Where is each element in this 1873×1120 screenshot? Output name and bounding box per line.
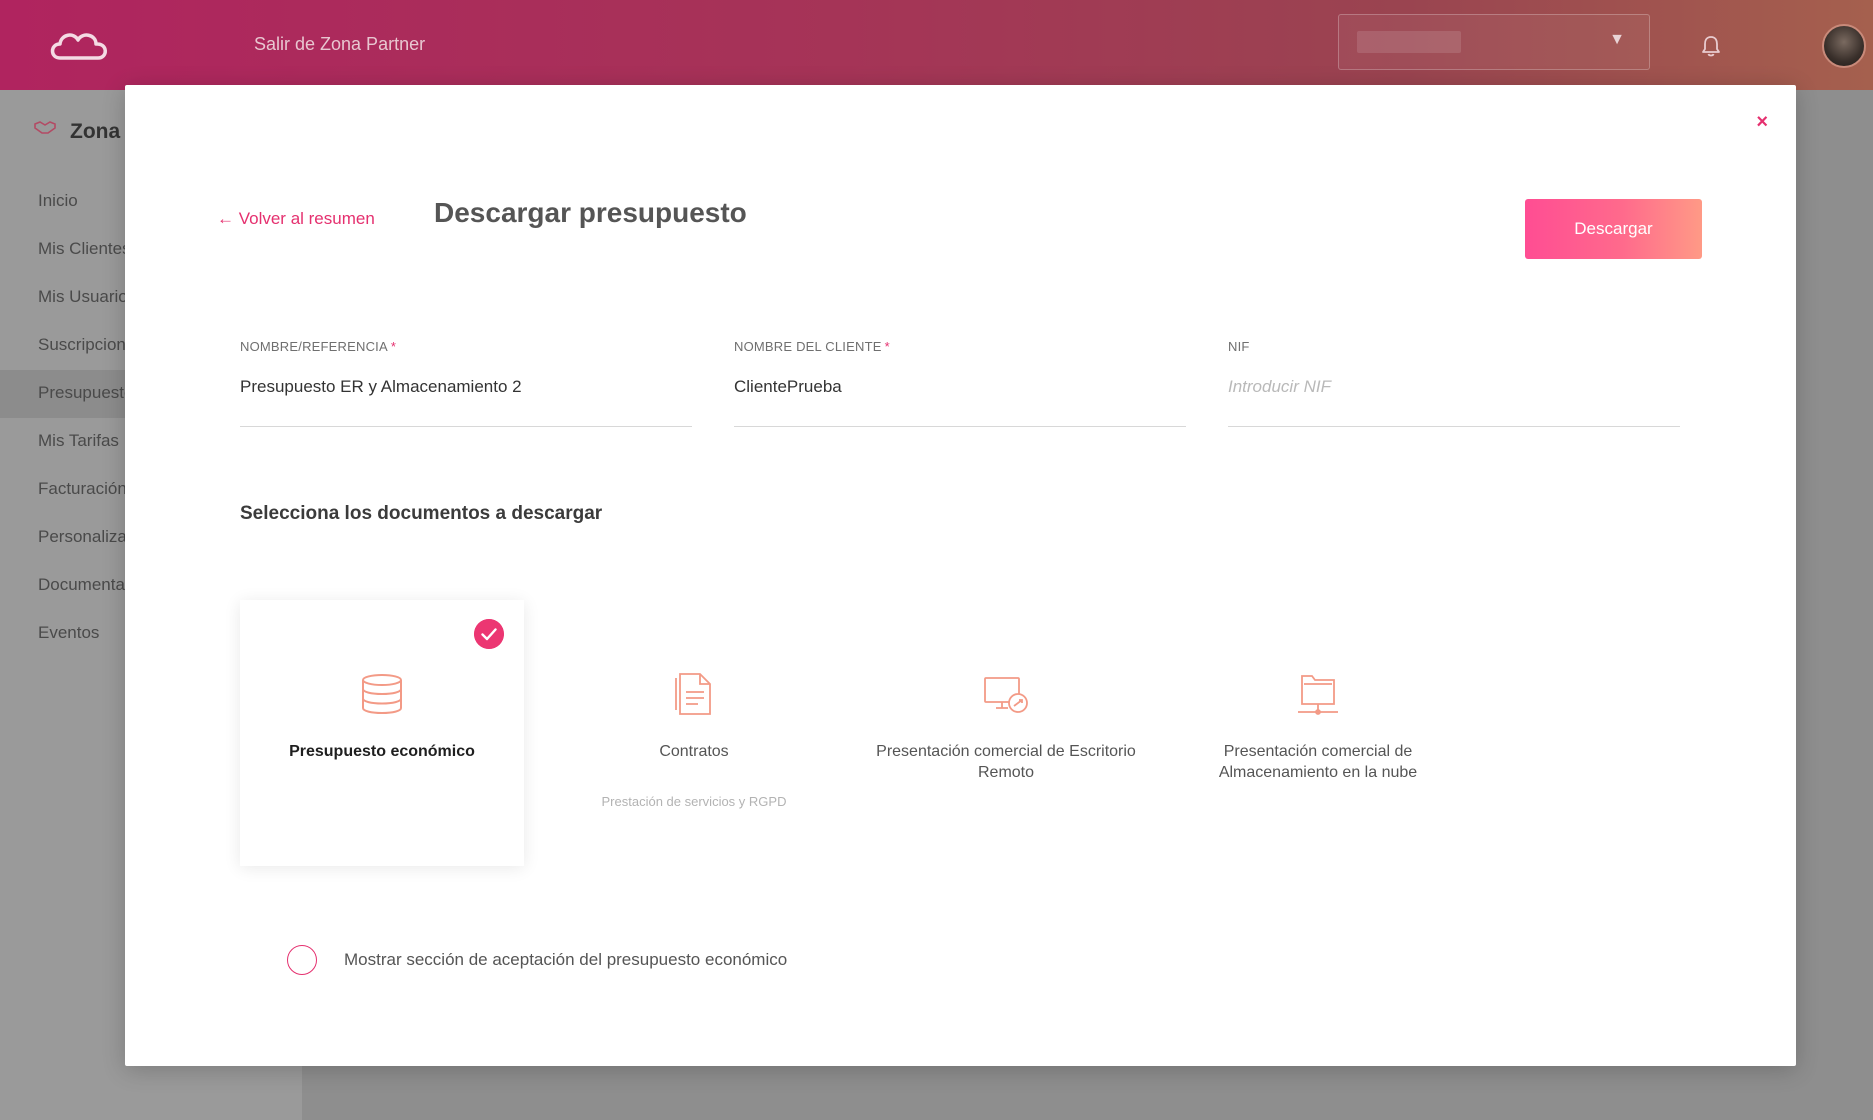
account-selector-value bbox=[1357, 31, 1461, 53]
nif-label: NIF bbox=[1228, 339, 1250, 354]
sidebar-item-clientes[interactable]: Mis Clientes bbox=[38, 239, 131, 259]
nif-field: NIF bbox=[1228, 339, 1680, 427]
client-name-field: NOMBRE DEL CLIENTE * bbox=[734, 339, 1186, 427]
check-icon bbox=[474, 619, 504, 649]
sidebar-item-presupuestos[interactable]: Presupuesto bbox=[38, 383, 133, 403]
document-card-escritorio-remoto[interactable]: Presentación comercial de Escritorio Rem… bbox=[864, 600, 1148, 866]
document-card-almacenamiento[interactable]: Presentación comercial de Almacenamiento… bbox=[1176, 600, 1460, 866]
cloud-logo-icon[interactable] bbox=[46, 26, 112, 66]
document-name: Contratos bbox=[659, 743, 729, 760]
required-marker: * bbox=[390, 339, 397, 354]
required-marker: * bbox=[884, 339, 890, 354]
sidebar-item-usuarios[interactable]: Mis Usuario bbox=[38, 287, 128, 307]
sidebar-item-tarifas[interactable]: Mis Tarifas bbox=[38, 431, 119, 451]
modal-title: Descargar presupuesto bbox=[434, 197, 747, 228]
document-icon bbox=[675, 673, 711, 715]
sidebar-item-personalizacion[interactable]: Personaliza bbox=[38, 527, 127, 547]
client-name-label: NOMBRE DEL CLIENTE * bbox=[734, 339, 890, 354]
acceptance-option-label: Mostrar sección de aceptación del presup… bbox=[344, 950, 788, 969]
document-name: Presentación comercial de Almacenamiento… bbox=[1218, 743, 1418, 781]
reference-label: NOMBRE/REFERENCIA * bbox=[240, 339, 397, 354]
cloud-folder-icon bbox=[1298, 675, 1338, 715]
download-button[interactable]: Descargar bbox=[1525, 199, 1702, 259]
document-card-presupuesto[interactable]: Presupuesto económico bbox=[240, 600, 524, 866]
exit-partner-zone-link[interactable]: Salir de Zona Partner bbox=[254, 34, 425, 55]
sidebar-item-inicio[interactable]: Inicio bbox=[38, 191, 78, 211]
reference-field: NOMBRE/REFERENCIA * bbox=[240, 339, 692, 427]
document-name: Presupuesto económico bbox=[289, 743, 475, 760]
sidebar-item-facturacion[interactable]: Facturación bbox=[38, 479, 127, 499]
sidebar-item-eventos[interactable]: Eventos bbox=[38, 623, 99, 643]
sidebar-item-documentacion[interactable]: Documenta bbox=[38, 575, 125, 595]
chevron-down-icon: ▼ bbox=[1609, 31, 1625, 48]
client-name-input[interactable] bbox=[734, 377, 1186, 397]
sidebar-item-suscripciones[interactable]: Suscripcione bbox=[38, 335, 135, 355]
download-budget-modal: × ← Volver al resumen Descargar presupue… bbox=[125, 85, 1796, 1066]
bell-icon[interactable] bbox=[1700, 34, 1722, 58]
nif-input[interactable] bbox=[1228, 377, 1680, 397]
account-selector[interactable]: ▼ bbox=[1338, 14, 1650, 70]
close-icon[interactable]: × bbox=[1756, 111, 1768, 134]
documents-section-title: Selecciona los documentos a descargar bbox=[240, 503, 603, 524]
reference-input[interactable] bbox=[240, 377, 692, 397]
user-avatar[interactable] bbox=[1822, 24, 1866, 68]
handshake-icon bbox=[34, 121, 56, 134]
remote-desktop-icon bbox=[984, 677, 1028, 713]
top-header: Salir de Zona Partner ▼ bbox=[0, 0, 1873, 90]
database-icon bbox=[362, 674, 402, 715]
document-card-contratos[interactable]: Contratos Prestación de servicios y RGPD bbox=[552, 600, 836, 866]
back-to-summary-link[interactable]: ← Volver al resumen bbox=[217, 209, 375, 229]
acceptance-radio[interactable] bbox=[287, 945, 317, 975]
document-name: Presentación comercial de Escritorio Rem… bbox=[876, 743, 1136, 781]
document-subtitle: Prestación de servicios y RGPD bbox=[601, 794, 787, 809]
